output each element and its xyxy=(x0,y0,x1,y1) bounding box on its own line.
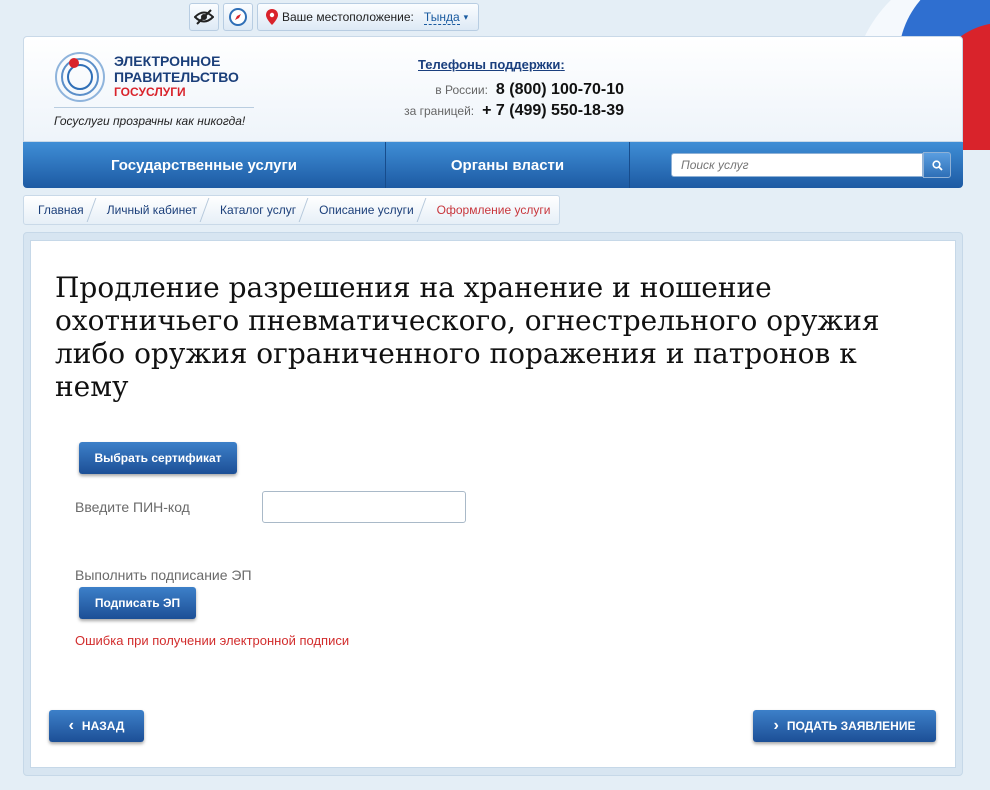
location-label: Ваше местоположение: xyxy=(282,10,414,24)
error-message: Ошибка при получении электронной подписи xyxy=(75,633,350,648)
dropdown-caret-icon: ▾ xyxy=(463,11,469,22)
compass-button[interactable] xyxy=(223,3,253,31)
breadcrumb-item-home[interactable]: Главная xyxy=(24,196,93,224)
submit-button-label: ПОДАТЬ ЗАЯВЛЕНИЕ xyxy=(786,719,916,733)
search-button[interactable] xyxy=(923,152,951,178)
back-button-label: НАЗАД xyxy=(81,719,125,733)
choose-certificate-button[interactable]: Выбрать сертификат xyxy=(79,442,237,474)
nav-item-gov-services[interactable]: Государственные услуги xyxy=(23,142,386,188)
tagline: Госуслуги прозрачны как никогда! xyxy=(54,107,254,128)
nav-item-authorities[interactable]: Органы власти xyxy=(386,142,630,188)
location-selector[interactable]: Ваше местоположение: Тында ▾ xyxy=(257,3,480,31)
main-nav: Государственные услуги Органы власти xyxy=(23,142,963,188)
phone-russia: в России: 8 (800) 100-70-10 xyxy=(435,81,624,98)
chevron-left-icon: ‹ xyxy=(68,717,74,734)
pin-label: Введите ПИН-код xyxy=(75,499,190,515)
low-vision-button[interactable] xyxy=(189,3,219,31)
support-title[interactable]: Телефоны поддержки: xyxy=(418,57,565,72)
search-input[interactable] xyxy=(671,153,923,177)
sign-label: Выполнить подписание ЭП xyxy=(75,567,252,583)
content-panel: Продление разрешения на хранение и ношен… xyxy=(30,240,956,768)
phone-abroad: за границей: + 7 (499) 550-18-39 xyxy=(404,102,624,119)
sign-button[interactable]: Подписать ЭП xyxy=(79,587,196,619)
city-link[interactable]: Тында xyxy=(423,10,460,25)
gosuslugi-logo-icon xyxy=(55,52,105,102)
breadcrumb-item-catalog[interactable]: Каталог услуг xyxy=(206,196,305,224)
search-box xyxy=(630,142,963,188)
pin-input[interactable] xyxy=(262,491,466,523)
compass-icon xyxy=(229,8,247,26)
location-pin-icon xyxy=(266,9,278,25)
top-toolbar: Ваше местоположение: Тында ▾ xyxy=(189,3,480,31)
breadcrumb-item-cabinet[interactable]: Личный кабинет xyxy=(93,196,206,224)
breadcrumb-item-current: Оформление услуги xyxy=(423,196,560,224)
page-title: Продление разрешения на хранение и ношен… xyxy=(55,271,880,403)
site-header: ЭЛЕКТРОННОЕ ПРАВИТЕЛЬСТВО ГОСУСЛУГИ Госу… xyxy=(23,36,963,142)
submit-button[interactable]: › ПОДАТЬ ЗАЯВЛЕНИЕ xyxy=(753,710,936,742)
breadcrumb-item-description[interactable]: Описание услуги xyxy=(305,196,423,224)
breadcrumb: Главная Личный кабинет Каталог услуг Опи… xyxy=(23,195,561,225)
logo-text: ЭЛЕКТРОННОЕ ПРАВИТЕЛЬСТВО xyxy=(114,53,239,85)
logo-subtitle: ГОСУСЛУГИ xyxy=(114,85,186,99)
low-vision-icon xyxy=(194,9,214,25)
back-button[interactable]: ‹ НАЗАД xyxy=(49,710,144,742)
search-icon xyxy=(931,159,943,171)
chevron-right-icon: › xyxy=(773,717,779,734)
